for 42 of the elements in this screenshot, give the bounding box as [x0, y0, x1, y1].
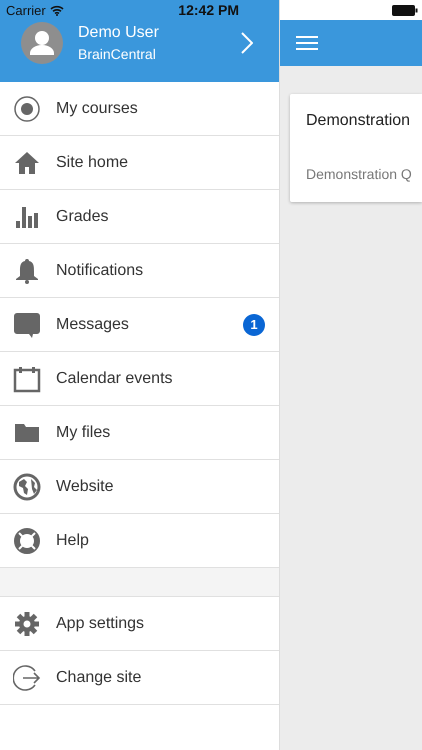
menu-item[interactable]: Website [0, 460, 279, 514]
carrier-name: Carrier [6, 2, 46, 18]
settings-icon [13, 610, 41, 638]
menu-label: My files [56, 424, 112, 442]
course-title: Demonstration [306, 112, 412, 130]
menu-label: My courses [56, 100, 139, 118]
status-time: 12:42 PM [178, 2, 239, 18]
wifi-icon [50, 4, 64, 16]
menu-item[interactable]: Messages 1 [0, 298, 279, 352]
avatar-icon [21, 22, 63, 64]
site-name: BrainCentral [78, 45, 157, 64]
globe-icon [13, 472, 41, 500]
course-icon [13, 94, 41, 122]
menu-item[interactable]: My files [0, 406, 279, 460]
calendar-icon [13, 364, 41, 392]
menu-label: Help [56, 532, 90, 550]
battery-icon [392, 4, 418, 16]
menu-label: Notifications [56, 262, 144, 280]
menu-label: Calendar events [56, 370, 174, 388]
menu-icon[interactable] [296, 35, 318, 51]
menu-item[interactable]: Calendar events [0, 352, 279, 406]
menu-label: App settings [56, 614, 146, 632]
menu-label: Grades [56, 208, 110, 226]
menu-item[interactable]: Change site [0, 651, 279, 705]
bell-icon [13, 256, 41, 284]
user-name: Demo User [78, 23, 160, 43]
help-icon [13, 526, 41, 554]
menu-label: Website [56, 478, 115, 496]
exit-icon [13, 664, 41, 692]
course-card[interactable]: Demonstration Demonstration Q [290, 94, 422, 202]
menu-item[interactable]: Site home [0, 136, 279, 190]
menu-item[interactable]: Grades [0, 190, 279, 244]
menu-label: Site home [56, 154, 130, 172]
menu-label: Change site [56, 668, 142, 686]
course-subtitle: Demonstration Q [306, 166, 413, 182]
chevron-icon[interactable] [241, 32, 253, 54]
menu-item[interactable]: Notifications [0, 244, 279, 298]
message-icon [13, 310, 41, 338]
menu-item[interactable]: My courses [0, 82, 279, 136]
menu-item[interactable]: App settings [0, 597, 279, 651]
menu-label: Messages [56, 316, 130, 334]
unread-count: 1 [243, 314, 265, 336]
